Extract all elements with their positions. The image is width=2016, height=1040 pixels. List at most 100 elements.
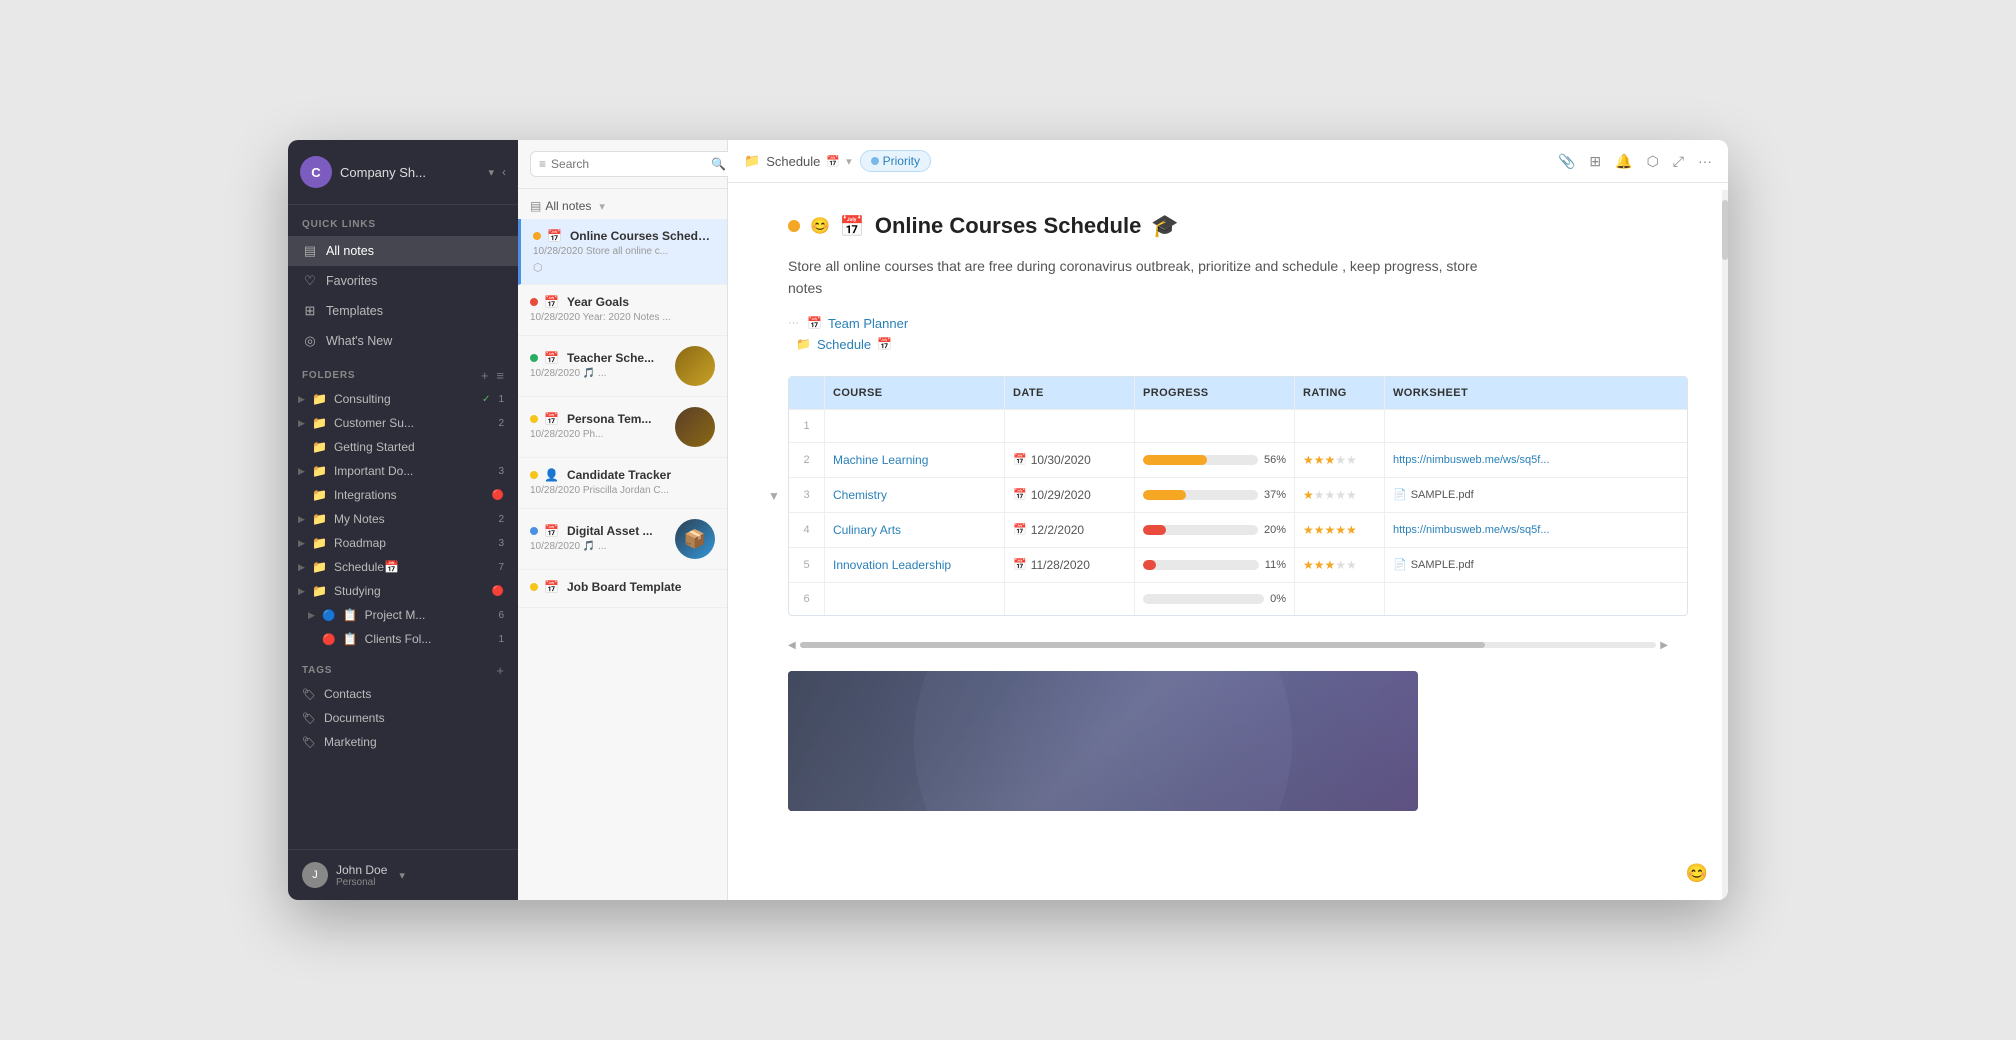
folder-item-important-docs[interactable]: ▶ 📁 Important Do... 3: [288, 459, 518, 483]
attachment-icon[interactable]: 📎: [1558, 153, 1575, 170]
table-header-progress: PROGRESS: [1135, 377, 1295, 409]
scrollbar-track[interactable]: [800, 642, 1657, 648]
date-calendar-icon: 📅: [1013, 488, 1027, 501]
scroll-left-icon[interactable]: ◀: [788, 640, 796, 651]
note-status-dot: [530, 583, 538, 591]
tag-item-documents[interactable]: 🏷 Documents: [288, 706, 518, 730]
table-cell-worksheet-4[interactable]: https://nimbusweb.me/ws/sq5f...: [1385, 513, 1645, 547]
table-header-worksheet: WORKSHEET: [1385, 377, 1645, 409]
main-scrollbar-thumb[interactable]: [1722, 200, 1728, 260]
search-icon[interactable]: 🔍: [711, 157, 726, 171]
folder-item-consulting[interactable]: ▶ 📁 Consulting ✓ 1: [288, 387, 518, 411]
note-title-2: Year Goals: [567, 295, 715, 309]
filter-icon[interactable]: ≡: [539, 157, 546, 171]
tag-item-marketing[interactable]: 🏷 Marketing: [288, 730, 518, 754]
main-content: 📁 Schedule 📅 ▾ Priority 📎 ⊞ 🔔 ⬡ ⤢ ···: [728, 140, 1728, 900]
table-cell-worksheet-2[interactable]: https://nimbusweb.me/ws/sq5f...: [1385, 443, 1645, 477]
folder-item-studying[interactable]: ▶ 📁 Studying 🔴: [288, 579, 518, 603]
all-notes-dropdown-icon[interactable]: ▾: [599, 200, 605, 213]
folder-icon: 📁: [312, 536, 327, 550]
doc-header: 😊 📅 Online Courses Schedule 🎓: [788, 213, 1668, 239]
search-box[interactable]: ≡ 🔍: [530, 151, 735, 177]
worksheet-link-2[interactable]: https://nimbusweb.me/ws/sq5f...: [1393, 454, 1550, 466]
note-item-4[interactable]: 📅 Persona Tem... 10/28/2020 Ph...: [518, 397, 727, 458]
folder-badge: 3: [498, 538, 504, 549]
breadcrumb-name: Schedule: [766, 154, 820, 169]
sidebar-footer[interactable]: J John Doe Personal ▾: [288, 849, 518, 900]
team-planner-link[interactable]: Team Planner: [828, 316, 908, 331]
note-item-3[interactable]: 📅 Teacher Sche... 10/28/2020 🎵 ...: [518, 336, 727, 397]
table-filter-icon[interactable]: ▼: [768, 489, 780, 503]
folder-item-getting-started[interactable]: 📁 Getting Started: [288, 435, 518, 459]
folder-item-schedule[interactable]: ▶ 📁 Schedule📅 7: [288, 555, 518, 579]
sidebar-collapse-icon[interactable]: ‹: [502, 165, 506, 179]
table-cell-progress-2: 56%: [1135, 443, 1295, 477]
scrollbar-thumb[interactable]: [800, 642, 1485, 648]
tag-item-contacts[interactable]: 🏷 Contacts: [288, 682, 518, 706]
note-calendar-icon: 📅: [544, 351, 559, 365]
folder-item-project-m[interactable]: ▶ 🔵 📋 Project M... 6: [288, 603, 518, 627]
table-cell-num-1: 1: [789, 410, 825, 442]
sidebar-item-favorites[interactable]: ♡ Favorites: [288, 266, 518, 296]
note-item-6[interactable]: 📅 Digital Asset ... 10/28/2020 🎵 ... 📦: [518, 509, 727, 570]
table-cell-course-3[interactable]: Chemistry: [825, 478, 1005, 512]
table-header-row: COURSE DATE PROGRESS RATING WORKSHEET: [789, 377, 1687, 410]
fullscreen-icon[interactable]: ⤢: [1673, 153, 1684, 170]
folder-item-integrations[interactable]: 📁 Integrations 🔴: [288, 483, 518, 507]
course-link-culinary[interactable]: Culinary Arts: [833, 523, 901, 537]
folder-item-clients-fol[interactable]: 🔴 📋 Clients Fol... 1: [288, 627, 518, 651]
course-link-chem[interactable]: Chemistry: [833, 488, 887, 502]
note-item-5[interactable]: 👤 Candidate Tracker 10/28/2020 Priscilla…: [518, 458, 727, 509]
folder-badge: 3: [498, 466, 504, 477]
search-input[interactable]: [551, 157, 706, 171]
note-person-icon: 👤: [544, 468, 559, 482]
folder-item-roadmap[interactable]: ▶ 📁 Roadmap 3: [288, 531, 518, 555]
course-link-innovation[interactable]: Innovation Leadership: [833, 558, 951, 572]
stars-empty-3: ★★★★: [1314, 488, 1357, 502]
course-link-ml[interactable]: Machine Learning: [833, 453, 928, 467]
sidebar-item-all-notes[interactable]: ▤ All notes: [288, 236, 518, 266]
progress-pct-4: 20%: [1264, 524, 1286, 536]
doc-emoji-face: 😊: [810, 216, 830, 236]
table-cell-worksheet-5[interactable]: 📄 SAMPLE.pdf: [1385, 548, 1645, 582]
table-cell-course-2[interactable]: Machine Learning: [825, 443, 1005, 477]
table-cell-course-5[interactable]: Innovation Leadership: [825, 548, 1005, 582]
grid-icon[interactable]: ⊞: [1589, 153, 1601, 170]
folder-icon: 📋: [343, 632, 358, 646]
bell-icon[interactable]: 🔔: [1615, 153, 1632, 170]
favorites-label: Favorites: [326, 274, 377, 288]
emoji-reaction-button[interactable]: 😊: [1686, 863, 1708, 884]
add-tag-icon[interactable]: +: [496, 663, 504, 678]
table-cell-num-3: 3: [789, 478, 825, 512]
sidebar-item-templates[interactable]: ⊞ Templates: [288, 296, 518, 326]
table-cell-course-4[interactable]: Culinary Arts: [825, 513, 1005, 547]
sidebar-item-whats-new[interactable]: ◎ What's New: [288, 326, 518, 356]
folder-icon: 📋: [343, 608, 358, 622]
folder-badge: 7: [498, 562, 504, 573]
add-folder-icon[interactable]: +: [481, 368, 489, 383]
folder-icon: 📁: [312, 464, 327, 478]
note-item-2[interactable]: 📅 Year Goals 10/28/2020 Year: 2020 Notes…: [518, 285, 727, 336]
more-options-icon[interactable]: ···: [1698, 153, 1712, 169]
templates-label: Templates: [326, 304, 383, 318]
scroll-right-icon[interactable]: ▶: [1660, 640, 1668, 651]
notes-toolbar: ≡ 🔍 +: [518, 140, 727, 189]
note-item-1[interactable]: 📅 Online Courses Schedu... 10/28/2020 St…: [518, 219, 727, 285]
progress-fill-5: [1143, 560, 1156, 570]
note-item-7[interactable]: 📅 Job Board Template: [518, 570, 727, 608]
doc-title: Online Courses Schedule: [875, 213, 1142, 239]
worksheet-link-4[interactable]: https://nimbusweb.me/ws/sq5f...: [1393, 524, 1550, 536]
table-cell-worksheet-3[interactable]: 📄 SAMPLE.pdf: [1385, 478, 1645, 512]
table-cell-course-6[interactable]: [825, 583, 1005, 615]
note-share-icon-1: ⬡: [533, 261, 715, 274]
folder-item-my-notes[interactable]: ▶ 📁 My Notes 2: [288, 507, 518, 531]
schedule-link[interactable]: Schedule: [817, 337, 871, 352]
note-calendar-icon: 📅: [544, 295, 559, 309]
priority-tag[interactable]: Priority: [860, 150, 931, 172]
share-icon[interactable]: ⬡: [1647, 153, 1659, 170]
folder-item-customer-support[interactable]: ▶ 📁 Customer Su... 2: [288, 411, 518, 435]
sidebar-header[interactable]: C Company Sh... ▾ ‹: [288, 140, 518, 205]
note-calendar-icon: 📅: [547, 229, 562, 243]
folder-icon: 📁: [312, 512, 327, 526]
folder-options-icon[interactable]: ≡: [496, 368, 504, 383]
